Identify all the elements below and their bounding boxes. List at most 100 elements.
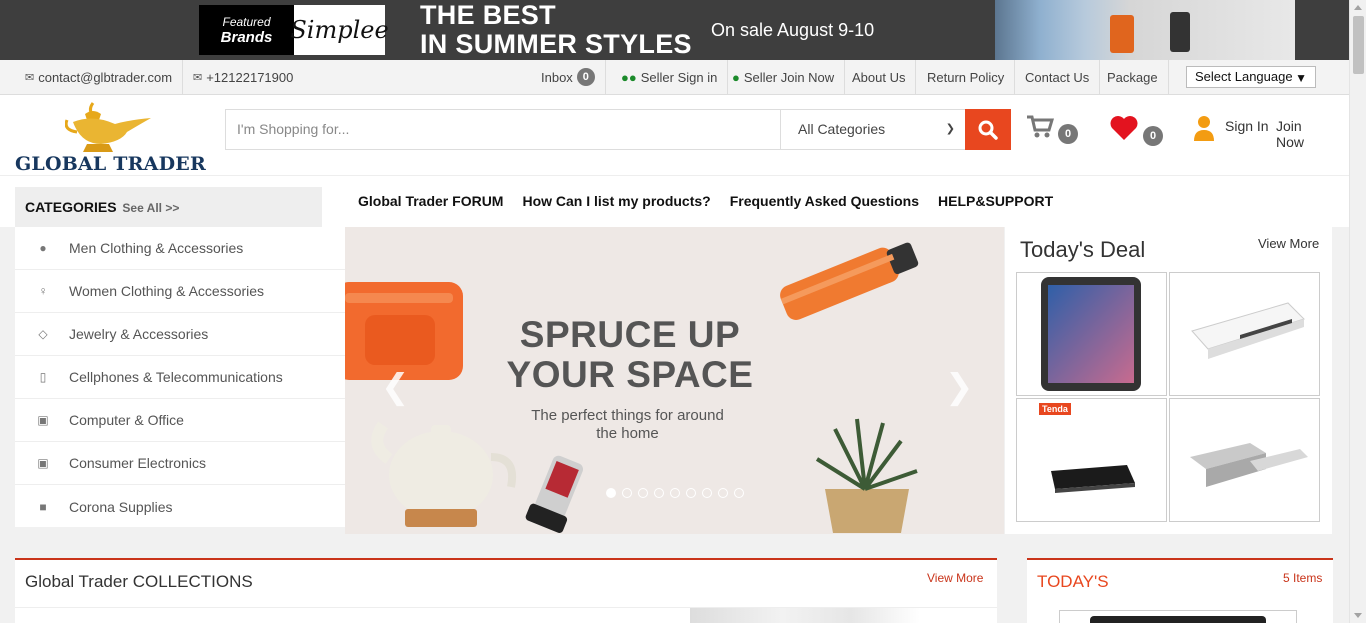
promo-banner[interactable]: Featured Brands Simplee THE BEST IN SUMM…	[0, 0, 1349, 60]
search-button[interactable]	[965, 109, 1011, 150]
slider-dot[interactable]	[734, 488, 744, 498]
category-list: ● Men Clothing & Accessories ♀ Women Clo…	[15, 227, 345, 527]
slider-dot[interactable]	[686, 488, 696, 498]
slider-subtext-line2: the home	[596, 425, 659, 442]
todays-deal-view-more[interactable]: View More	[1258, 236, 1319, 251]
wishlist-count-badge: 0	[1143, 126, 1163, 146]
brand-name: Simplee	[290, 5, 389, 55]
user-icon: ●	[732, 69, 740, 85]
category-item-women[interactable]: ♀ Women Clothing & Accessories	[15, 270, 345, 313]
slider-dot[interactable]	[654, 488, 664, 498]
category-label: Computer & Office	[69, 412, 184, 428]
todays-deal-title: Today's Deal	[1020, 237, 1146, 262]
join-now-link[interactable]: Join Now	[1276, 118, 1333, 150]
email-text: contact@glbtrader.com	[38, 69, 173, 85]
female-icon: ♀	[38, 284, 48, 298]
banner-photo	[995, 0, 1295, 60]
package-link[interactable]: Package	[1097, 60, 1169, 94]
slider-headline-line1: SPRUCE UP	[519, 314, 741, 355]
logo-text: GLOBAL TRADER	[15, 153, 206, 175]
return-policy-link[interactable]: Return Policy	[917, 60, 1016, 94]
collection-preview-image[interactable]	[690, 608, 920, 623]
todays-deal-panel: Today's Deal View More Tenda	[1005, 227, 1332, 534]
category-item-corona[interactable]: ■ Corona Supplies	[15, 485, 345, 528]
site-header: GLOBAL TRADER I'm Shopping for... All Ca…	[0, 95, 1349, 175]
inbox-count-badge: 0	[576, 68, 595, 86]
category-item-cellphones[interactable]: ▯ Cellphones & Telecommunications	[15, 356, 345, 399]
user-icon	[1194, 116, 1214, 141]
hero-slider[interactable]: SPRUCE UP YOUR SPACE The perfect things …	[345, 227, 1004, 534]
seller-sign-in-label: Seller Sign in	[640, 69, 718, 85]
slider-dot[interactable]	[702, 488, 712, 498]
phone-text: +12122171900	[206, 69, 294, 85]
dark-jar-image	[1170, 12, 1190, 52]
sign-in-link[interactable]: Sign In	[1225, 118, 1269, 134]
caret-down-icon: ▼	[1295, 71, 1307, 85]
return-policy-label: Return Policy	[927, 69, 1005, 85]
featured-brands-badge: Featured Brands	[199, 5, 294, 55]
tenda-brand-tag: Tenda	[1039, 403, 1071, 415]
nav-help-support-link[interactable]: HELP&SUPPORT	[938, 193, 1053, 209]
nav-forum-link[interactable]: Global Trader FORUM	[358, 193, 503, 209]
inbox-link[interactable]: Inbox 0	[531, 60, 606, 94]
about-us-link[interactable]: About Us	[842, 60, 917, 94]
category-item-men[interactable]: ● Men Clothing & Accessories	[15, 227, 345, 270]
site-logo[interactable]: GLOBAL TRADER	[15, 95, 206, 175]
collections-section: Global Trader COLLECTIONS View More	[15, 558, 997, 623]
contact-bar: ✉ contact@glbtrader.com ✉ +12122171900 I…	[0, 60, 1349, 95]
orange-bag-image	[345, 282, 463, 380]
banner-headline: THE BEST IN SUMMER STYLES	[420, 1, 692, 59]
network-switch-image	[1191, 302, 1305, 359]
slider-dot[interactable]	[638, 488, 648, 498]
page-scrollbar[interactable]	[1349, 0, 1366, 623]
slider-dot[interactable]	[718, 488, 728, 498]
contact-phone[interactable]: ✉ +12122171900	[183, 60, 303, 94]
scroll-down-icon[interactable]	[1354, 613, 1362, 618]
cart-button[interactable]: 0	[1026, 115, 1078, 144]
wishlist-button[interactable]: 0	[1109, 115, 1163, 146]
mobile-icon: ▯	[39, 370, 47, 384]
slider-subtext: The perfect things for around the home	[505, 407, 750, 443]
deal-product-speaker[interactable]	[1169, 398, 1320, 522]
todays-product-image[interactable]	[1059, 610, 1297, 623]
inbox-label: Inbox	[541, 69, 573, 85]
contact-email[interactable]: ✉ contact@glbtrader.com	[15, 60, 184, 94]
todays-items-count: 5 Items	[1283, 571, 1323, 585]
language-select[interactable]: Select Language ▼	[1186, 66, 1316, 88]
slider-dots	[606, 488, 744, 498]
language-select-label: Select Language	[1195, 69, 1293, 84]
category-item-jewelry[interactable]: ◇ Jewelry & Accessories	[15, 313, 345, 356]
slider-dot[interactable]	[622, 488, 632, 498]
chevron-down-icon: ❯	[945, 123, 955, 135]
scroll-up-icon[interactable]	[1354, 5, 1362, 10]
category-item-computer[interactable]: ▣ Computer & Office	[15, 399, 345, 442]
slider-headline-line2: YOUR SPACE	[506, 354, 754, 395]
orange-jar-image	[1110, 15, 1134, 53]
seller-join-now-link[interactable]: ● Seller Join Now	[722, 60, 846, 94]
nav-row: CATEGORIES See All >> Global Trader FORU…	[0, 175, 1349, 227]
teapot-image	[371, 421, 516, 527]
category-label: Men Clothing & Accessories	[69, 240, 244, 256]
slider-dot[interactable]	[606, 488, 616, 498]
nav-list-products-link[interactable]: How Can I list my products?	[522, 193, 710, 209]
slider-dot[interactable]	[670, 488, 680, 498]
seller-sign-in-link[interactable]: ●● Seller Sign in	[611, 60, 729, 94]
contact-us-link[interactable]: Contact Us	[1015, 60, 1101, 94]
search-input[interactable]: I'm Shopping for...	[225, 109, 781, 150]
tablet-image	[1041, 277, 1141, 391]
slider-prev-icon[interactable]: ❮	[381, 367, 410, 407]
scrollbar-thumb[interactable]	[1353, 16, 1364, 74]
slider-next-icon[interactable]: ❯	[945, 367, 974, 407]
category-select[interactable]: All Categories ❯	[780, 109, 966, 150]
deal-product-tablet[interactable]	[1016, 272, 1167, 396]
magic-lamp-icon	[65, 102, 151, 152]
camera-icon: ▣	[37, 456, 49, 470]
see-all-link[interactable]: See All >>	[122, 201, 179, 215]
wine-aerator-image	[525, 455, 584, 533]
category-item-electronics[interactable]: ▣ Consumer Electronics	[15, 442, 345, 485]
nav-faq-link[interactable]: Frequently Asked Questions	[730, 193, 919, 209]
envelope-icon: ✉	[193, 71, 203, 84]
deal-product-router[interactable]: Tenda	[1016, 398, 1167, 522]
collections-view-more[interactable]: View More	[927, 571, 983, 585]
deal-product-switch[interactable]	[1169, 272, 1320, 396]
